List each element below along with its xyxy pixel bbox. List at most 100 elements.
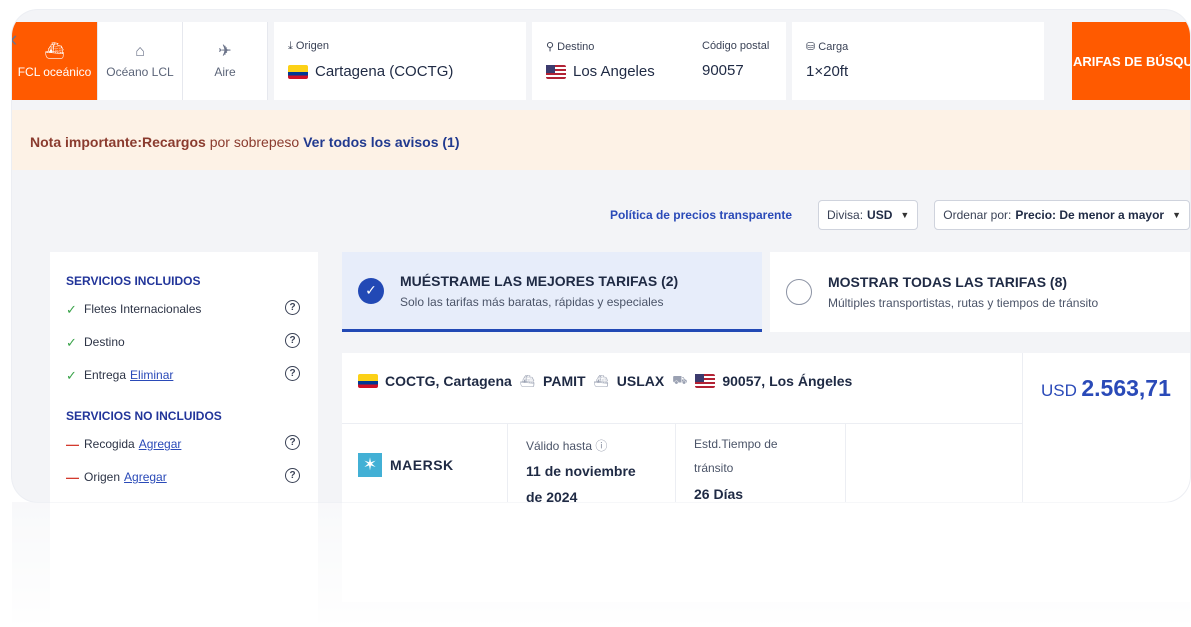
notice-surcharge: por sobrepeso (205, 134, 300, 150)
postal-code-field[interactable]: Código postal 90057 (692, 22, 786, 100)
valid-until-label-text: Válido hasta (526, 439, 593, 453)
carrier-logo: ✶ MAERSK (358, 453, 454, 477)
excluded-services-title: SERVICIOS NO INCLUIDOS (66, 409, 222, 423)
tab-title: MOSTRAR TODAS LAS TARIFAS (8) (828, 274, 1068, 290)
help-icon[interactable]: ? (285, 333, 300, 348)
back-chevron-icon[interactable]: ‹ (12, 26, 17, 52)
sort-select[interactable]: Ordenar por: Precio: De menor a mayor ▼ (934, 200, 1190, 230)
tab-best-rates[interactable]: ✓ MUÉSTRAME LAS MEJORES TARIFAS (2) Solo… (342, 252, 762, 332)
reflection-card (342, 502, 1190, 602)
service-label: Destino (84, 335, 125, 349)
tab-title: MUÉSTRAME LAS MEJORES TARIFAS (2) (400, 272, 679, 289)
search-rates-button[interactable]: ARIFAS DE BÚSQU (1072, 22, 1190, 100)
service-item: — Origen Agregar ? (66, 468, 318, 502)
truck-icon: ⛟ (672, 373, 688, 387)
destination-value: Los Angeles (546, 63, 692, 80)
postal-code-label: Código postal (702, 40, 770, 52)
price-currency: USD (1041, 381, 1077, 400)
view-all-notices-link[interactable]: Ver todos los avisos (1) (299, 134, 459, 150)
tab-all-rates[interactable]: MOSTRAR TODAS LAS TARIFAS (8) Múltiples … (770, 252, 1190, 332)
check-circle-icon: ✓ (358, 277, 384, 304)
price-amount: 2.563,71 (1081, 375, 1171, 401)
valid-until-label: Válido hasta ⓘ (526, 437, 675, 454)
transit-cell: Estd.Tiempo de tránsito 26 Días (676, 423, 846, 502)
ship-icon: ⛴ (593, 374, 609, 388)
mode-tab-lcl[interactable]: ⌂ Océano LCL (98, 22, 183, 100)
service-label: Fletes Internacionales (84, 302, 202, 316)
add-service-link[interactable]: Agregar (124, 470, 167, 484)
tab-subtitle: Solo las tarifas más baratas, rápidas y … (400, 294, 664, 309)
services-sidebar: SERVICIOS INCLUIDOS ✓ Fletes Internacion… (50, 252, 318, 502)
mode-tab-fcl[interactable]: ⛴ FCL oceánico (12, 22, 98, 100)
validity-cell: Válido hasta ⓘ 11 de noviembre de 2024 (508, 423, 676, 502)
origin-label-text: Origen (295, 40, 329, 52)
route-destination: 90057, Los Ángeles (722, 373, 853, 389)
search-bar: ‹ ⛴ FCL oceánico ⌂ Océano LCL ✈ Aire ⤓ O… (12, 22, 1190, 100)
rate-tabs: ✓ MUÉSTRAME LAS MEJORES TARIFAS (2) Solo… (342, 252, 1190, 332)
help-icon[interactable]: ? (285, 468, 300, 483)
caret-down-icon: ▼ (1172, 210, 1181, 220)
destination-label: ⚲ Destino (546, 41, 595, 53)
help-icon[interactable]: ? (285, 300, 300, 315)
check-icon: ✓ (66, 368, 77, 383)
container-ship-icon: ⛴ (44, 43, 65, 60)
help-icon[interactable]: ? (285, 366, 300, 381)
colombia-flag-icon (358, 374, 378, 388)
transit-time-value: 26 Días (694, 486, 744, 502)
included-services-title: SERVICIOS INCLUIDOS (66, 274, 201, 288)
ship-icon: ⛴ (519, 374, 536, 388)
destination-label-text: Destino (557, 41, 595, 53)
notice-important: Nota importante:Recargos (30, 134, 206, 150)
help-icon[interactable]: ? (285, 435, 300, 450)
origin-value: Cartagena (COCTG) (288, 63, 526, 80)
caret-down-icon: ▼ (900, 210, 910, 220)
transit-label-line1: Estd.Tiempo de (694, 437, 778, 451)
sort-value: Precio: De menor a mayor (1015, 208, 1165, 222)
origin-label: ⤓ Origen (288, 40, 329, 52)
service-item: — Recogida Agregar ? (66, 435, 318, 470)
cargo-label: ⛁ Carga (806, 41, 849, 53)
colombia-flag-icon (288, 64, 308, 79)
reflection-sidebar (50, 502, 318, 627)
price-box: USD 2.563,71 (1022, 353, 1190, 502)
route-origin: COCTG, Cartagena (385, 373, 512, 389)
route-via-2: USLAX (616, 373, 665, 389)
transit-label-line2: tránsito (694, 461, 734, 475)
warehouse-icon: ⌂ (135, 43, 145, 60)
cargo-label-text: Carga (818, 41, 849, 53)
route-via-1: PAMIT (543, 373, 586, 389)
currency-select[interactable]: Divisa: USD ▼ (818, 200, 919, 230)
rate-result-card[interactable]: COCTG, Cartagena ⛴ PAMIT ⛴ USLAX ⛟ 90057… (342, 353, 1190, 502)
destination-field[interactable]: ⚲ Destino Los Angeles (532, 22, 692, 100)
route-line: COCTG, Cartagena ⛴ PAMIT ⛴ USLAX ⛟ 90057… (358, 373, 852, 389)
cargo-field[interactable]: ⛁ Carga 1×20ft (792, 22, 1044, 100)
origin-field[interactable]: ⤓ Origen Cartagena (COCTG) (274, 22, 526, 100)
info-icon: ⓘ (595, 439, 608, 453)
destination-value-text: Los Angeles (573, 63, 655, 80)
important-notice: Nota importante:Recargos por sobrepeso V… (12, 110, 1190, 170)
sort-label: Ordenar por: (943, 208, 1012, 222)
currency-label: Divisa: (827, 208, 864, 222)
mode-tab-label: Océano LCL (106, 65, 174, 79)
postal-code-value: 90057 (702, 62, 744, 79)
service-label: Recogida (84, 437, 135, 451)
add-service-link[interactable]: Agregar (139, 437, 182, 451)
service-label: Entrega (84, 368, 127, 382)
remove-service-link[interactable]: Eliminar (130, 368, 173, 382)
maersk-star-icon: ✶ (358, 453, 382, 477)
service-label: Origen (84, 470, 121, 484)
usa-flag-icon (546, 64, 566, 79)
reflection (12, 502, 1190, 627)
app-frame: ‹ ⛴ FCL oceánico ⌂ Océano LCL ✈ Aire ⤓ O… (12, 10, 1190, 502)
carrier-name: MAERSK (390, 457, 454, 473)
radio-circle-icon (786, 279, 812, 305)
transparent-pricing-link[interactable]: Política de precios transparente (610, 208, 792, 222)
valid-until-date-line2: de 2024 (526, 489, 578, 502)
service-item: ✓ Destino ? (66, 333, 318, 368)
service-item: ✓ Entrega Eliminar ? (66, 366, 318, 401)
airplane-icon: ✈ (218, 43, 232, 60)
dash-icon: — (66, 437, 79, 452)
dash-icon: — (66, 470, 79, 485)
mode-tab-air[interactable]: ✈ Aire (183, 22, 268, 100)
valid-until-date-line1: 11 de noviembre (526, 463, 636, 479)
